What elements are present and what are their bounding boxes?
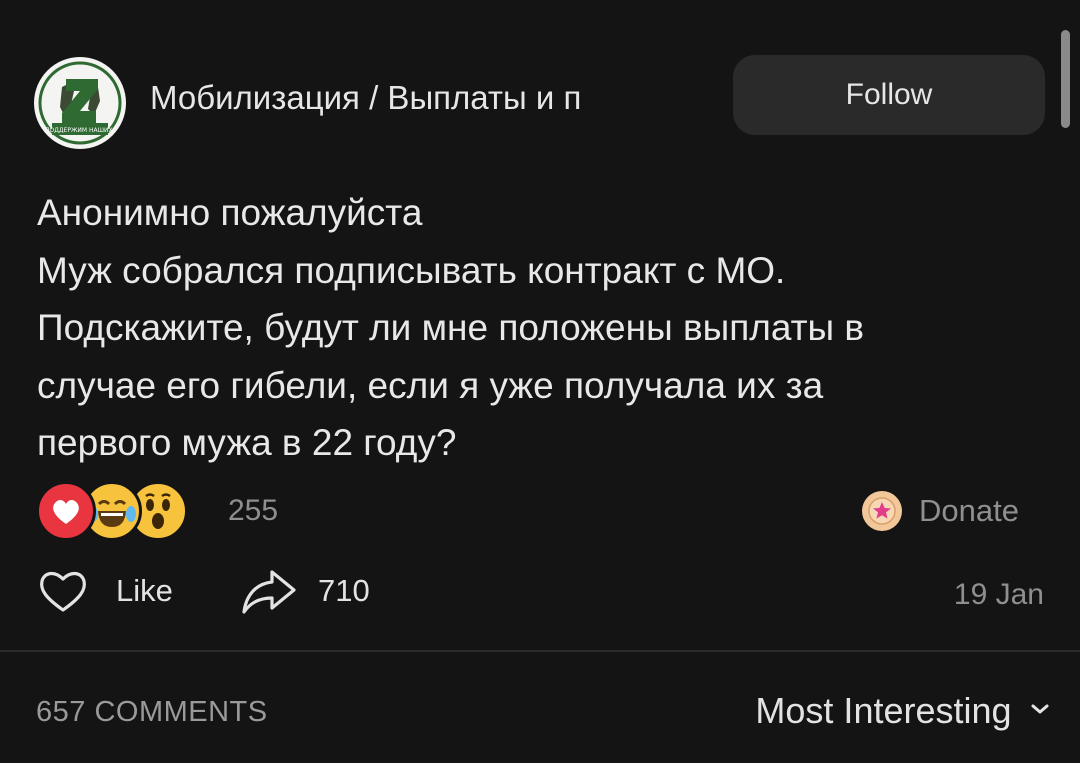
share-count: 710: [318, 573, 370, 608]
channel-name-fade: [650, 70, 730, 126]
heart-reaction-icon: [36, 481, 96, 541]
post-line: случае его гибели, если я уже получала и…: [37, 364, 824, 406]
post-date: 19 Jan: [953, 578, 1044, 611]
divider: [0, 650, 1080, 652]
post-text: Анонимно пожалуйста Муж собрался подписы…: [37, 184, 1047, 472]
scrollbar[interactable]: [1061, 30, 1070, 128]
post-line: Подскажите, будут ли мне положены выплат…: [37, 307, 865, 348]
comment-sort-dropdown[interactable]: Most Interesting: [755, 686, 1050, 736]
star-coin-icon: [862, 491, 902, 531]
z-logo-icon: ПОДДЕРЖИМ НАШИХ!: [36, 59, 124, 147]
share-button[interactable]: 710: [240, 566, 370, 616]
follow-button[interactable]: Follow: [733, 55, 1045, 135]
sort-label: Most Interesting: [755, 690, 1012, 731]
like-label: Like: [116, 573, 173, 608]
heart-outline-icon: [40, 571, 86, 612]
avatar-caption: ПОДДЕРЖИМ НАШИХ!: [45, 127, 115, 134]
reaction-count: 255: [228, 494, 279, 527]
channel-name[interactable]: Мобилизация / Выплаты и п: [150, 78, 710, 118]
post-line: Анонимно пожалуйста: [37, 192, 423, 233]
post-line: Муж собрался подписывать контракт с МО.: [37, 249, 786, 291]
share-arrow-icon: [242, 570, 296, 614]
channel-header: ПОДДЕРЖИМ НАШИХ! Мобилизация / Выплаты и…: [0, 0, 1080, 170]
donate-label: Donate: [919, 493, 1019, 528]
channel-avatar[interactable]: ПОДДЕРЖИМ НАШИХ!: [34, 57, 126, 149]
chevron-down-icon: [1030, 702, 1050, 721]
comments-count: 657 COMMENTS: [36, 696, 268, 728]
post-line: первого мужа в 22 году?: [37, 422, 457, 463]
like-button[interactable]: Like: [36, 566, 173, 616]
